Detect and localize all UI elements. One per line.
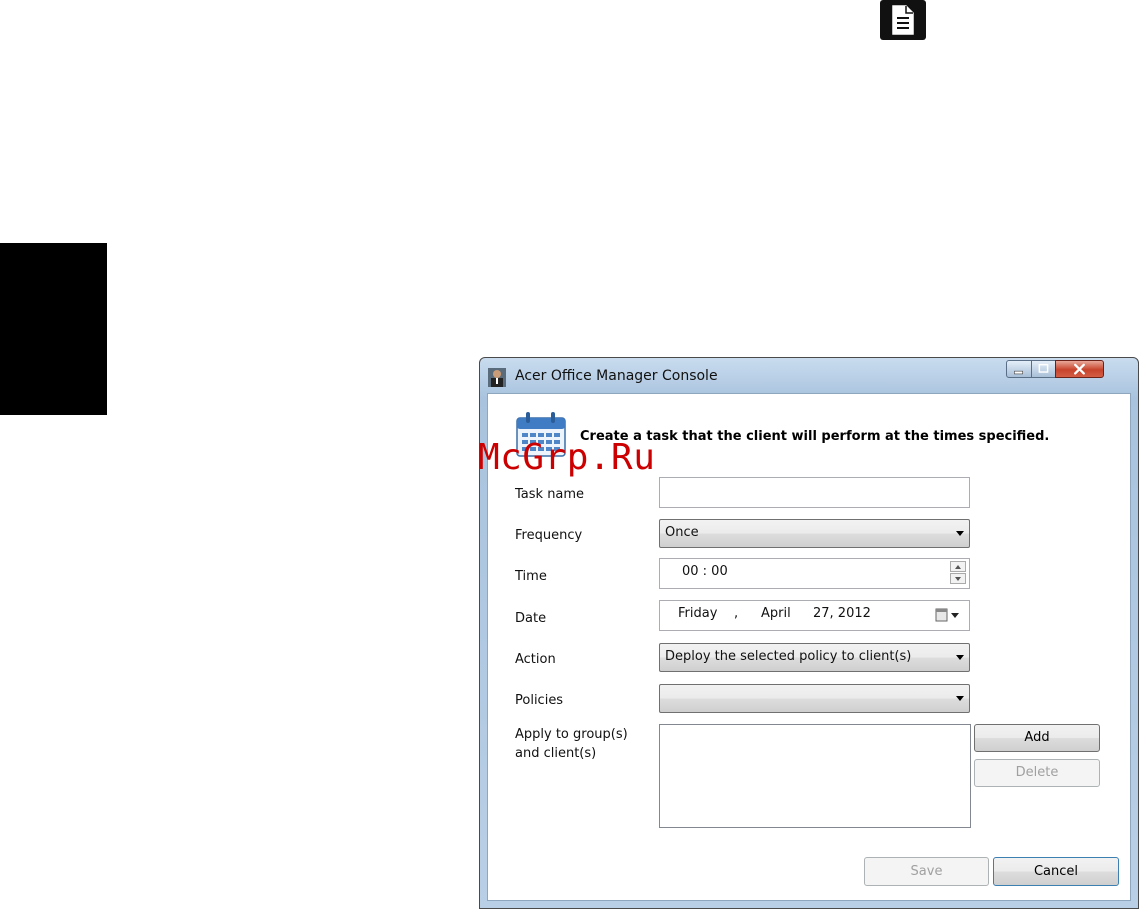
task-name-label: Task name [515,487,585,502]
time-input[interactable]: 00 : 00 [659,558,970,589]
time-value: 00 : 00 [682,564,728,579]
action-label: Action [515,652,556,667]
save-button[interactable]: Save [864,857,989,886]
minimize-button[interactable] [1006,360,1032,378]
frequency-label: Frequency [515,528,583,543]
close-icon [1074,363,1085,375]
apply-to-label-line1: Apply to group(s) [515,727,628,742]
time-spinner[interactable] [950,561,968,586]
maximize-icon [1038,363,1049,373]
document-icon [880,0,926,40]
close-button[interactable] [1055,360,1104,378]
time-label: Time [515,569,547,584]
date-separator: , [734,606,739,621]
cancel-button[interactable]: Cancel [993,857,1119,886]
chevron-down-icon [956,531,964,536]
window-title: Acer Office Manager Console [515,368,718,384]
watermark-text: McGrp.Ru [478,437,656,478]
apply-to-label-line2: and client(s) [515,746,597,761]
date-month[interactable]: April [761,606,791,621]
action-select[interactable]: Deploy the selected policy to client(s) [659,643,970,672]
action-value: Deploy the selected policy to client(s) [665,649,912,664]
add-button[interactable]: Add [974,724,1100,752]
title-bar[interactable]: Acer Office Manager Console [480,358,1138,394]
chevron-down-icon [956,696,964,701]
maximize-button[interactable] [1031,360,1056,378]
delete-button[interactable]: Delete [974,759,1100,787]
minimize-icon [1014,370,1023,375]
date-day-year[interactable]: 27, 2012 [813,606,871,621]
frequency-select[interactable]: Once [659,519,970,548]
policies-select[interactable] [659,684,970,713]
date-weekday[interactable]: Friday [678,606,717,621]
apply-to-label: Apply to group(s) and client(s) [515,726,628,762]
calendar-dropdown-icon[interactable] [935,608,963,622]
spin-down-icon[interactable] [950,573,966,584]
date-label: Date [515,611,547,626]
chevron-down-icon [956,655,964,660]
task-name-input[interactable] [659,477,970,508]
side-tab-marker [0,243,107,415]
apply-to-listbox[interactable] [659,724,971,828]
date-picker[interactable]: Friday , April 27, 2012 [659,600,970,631]
policies-label: Policies [515,693,564,708]
frequency-value: Once [665,525,699,540]
spin-up-icon[interactable] [950,561,966,572]
app-icon [488,368,506,387]
